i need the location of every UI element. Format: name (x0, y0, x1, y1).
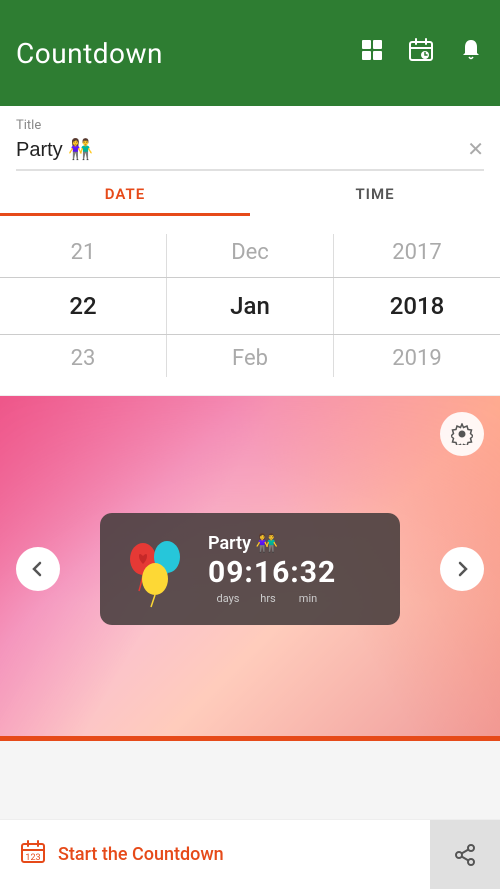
drum-month-1: Jan (167, 279, 333, 332)
tab-bar: DATE TIME (0, 171, 500, 216)
svg-text:123: 123 (25, 853, 40, 863)
app-header: Countdown (0, 0, 500, 106)
day-drum[interactable]: 21 22 23 (0, 216, 166, 395)
grid-icon[interactable] (360, 38, 384, 68)
card-countdown-time: 09:16:32 (208, 558, 384, 588)
progress-bar (0, 736, 500, 741)
date-picker[interactable]: 21 22 23 Dec Jan Feb 2017 2018 2019 (0, 216, 500, 396)
preview-area: Party 👫 09:16:32 days hrs min (0, 396, 500, 741)
title-label: Title (16, 118, 484, 133)
drum-day-0: 21 (0, 226, 166, 279)
card-emoji (116, 529, 196, 609)
bell-icon[interactable] (458, 37, 484, 69)
clear-icon[interactable]: ✕ (467, 137, 484, 161)
drum-year-2: 2019 (334, 332, 500, 385)
min-label: min (288, 592, 328, 605)
tab-date[interactable]: DATE (0, 171, 250, 216)
share-button[interactable] (430, 820, 500, 889)
month-drum[interactable]: Dec Jan Feb (167, 216, 333, 395)
nav-prev-button[interactable] (16, 547, 60, 591)
drum-year-0: 2017 (334, 226, 500, 279)
tab-time[interactable]: TIME (250, 171, 500, 216)
card-info: Party 👫 09:16:32 days hrs min (208, 533, 384, 605)
drum-month-0: Dec (167, 226, 333, 279)
bottom-toolbar: 123 Start the Countdown (0, 819, 500, 889)
title-input[interactable] (16, 138, 467, 161)
title-section: Title ✕ (0, 106, 500, 171)
start-button-label: Start the Countdown (58, 844, 224, 865)
drum-year-1: 2018 (334, 279, 500, 332)
title-input-row: ✕ (16, 137, 484, 171)
start-countdown-button[interactable]: 123 Start the Countdown (0, 820, 430, 889)
calendar-alarm-icon[interactable] (408, 37, 434, 69)
countdown-card: Party 👫 09:16:32 days hrs min (100, 513, 400, 625)
card-event-title: Party 👫 (208, 533, 384, 554)
year-drum[interactable]: 2017 2018 2019 (334, 216, 500, 395)
drum-month-2: Feb (167, 332, 333, 385)
nav-next-button[interactable] (440, 547, 484, 591)
days-label: days (208, 592, 248, 605)
hrs-label: hrs (248, 592, 288, 605)
header-icons (360, 37, 484, 69)
app-title: Countdown (16, 37, 163, 70)
countdown-icon: 123 (20, 839, 46, 871)
drum-day-2: 23 (0, 332, 166, 385)
gear-button[interactable] (440, 412, 484, 456)
card-time-labels: days hrs min (208, 592, 384, 605)
drum-day-1: 22 (0, 279, 166, 332)
